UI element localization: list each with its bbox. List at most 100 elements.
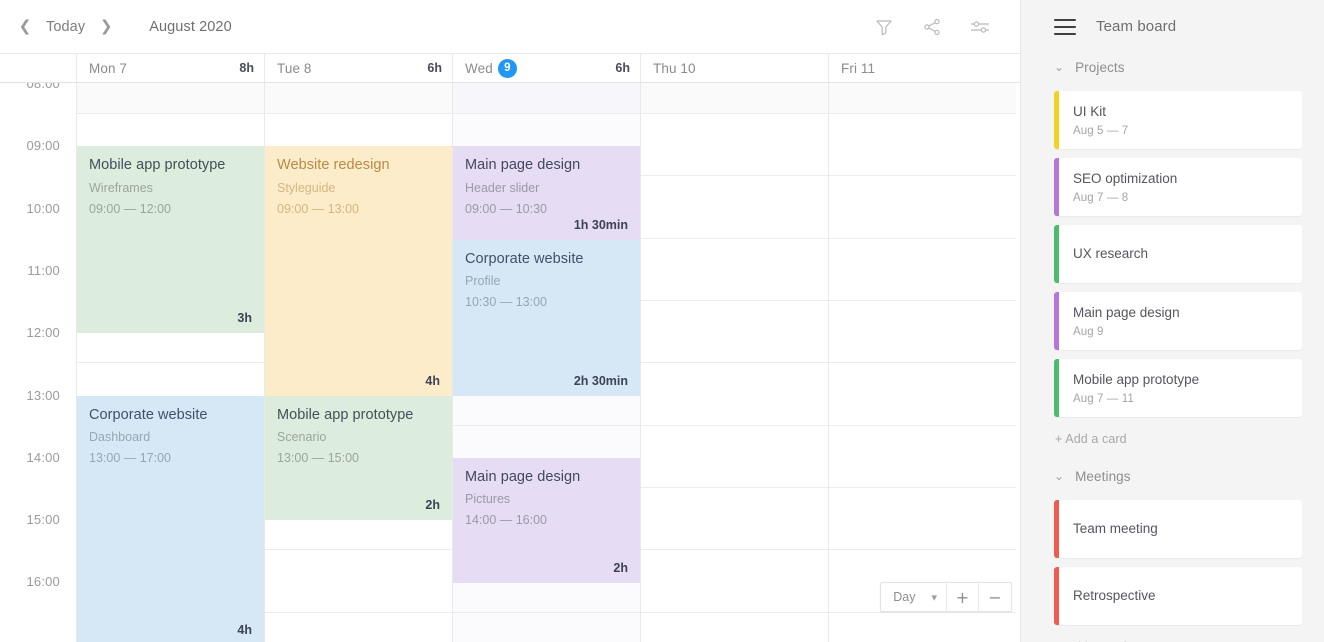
event-title: Mobile app prototype <box>277 406 414 423</box>
card-color-stripe <box>1054 567 1059 625</box>
sidebar-section-title: Projects <box>1075 59 1125 75</box>
sidebar-section-header[interactable]: ⌄ Meetings <box>1054 462 1302 490</box>
hour-label: 10:00 <box>26 200 60 216</box>
event-time-range: 13:00 — 17:00 <box>89 450 172 465</box>
day-header-row: Mon 7 8h Tue 8 6h Wed 9 6h Thu 10 Fri 11 <box>0 53 1020 83</box>
sidebar-header: Team board <box>1021 0 1324 53</box>
add-card-button[interactable]: + Add a card <box>1054 634 1302 642</box>
day-header-1[interactable]: Tue 8 6h <box>264 54 452 82</box>
hour-slot[interactable] <box>829 301 1016 364</box>
card-color-stripe <box>1054 500 1059 558</box>
hour-slot[interactable] <box>453 83 640 115</box>
event-time-range: 09:00 — 13:00 <box>277 201 360 216</box>
day-header-label: Fri 11 <box>841 60 876 76</box>
card-title: Main page design <box>1073 305 1180 321</box>
calendar-event[interactable]: Main page design Header slider 09:00 — 10:… <box>453 146 640 240</box>
board-card[interactable]: Retrospective <box>1054 567 1302 625</box>
event-subtitle: Profile <box>465 274 501 289</box>
hour-slot[interactable] <box>641 426 828 488</box>
hour-slot[interactable] <box>265 550 452 613</box>
calendar-event[interactable]: Mobile app prototype Wireframes 09:00 — 12… <box>77 146 264 334</box>
event-duration: 4h <box>425 373 440 388</box>
day-header-2[interactable]: Wed 9 6h <box>452 54 640 82</box>
calendar-toolbar: ❮ Today ❯ August 2020 <box>0 0 1020 53</box>
hour-slot[interactable] <box>641 239 828 302</box>
hour-slot[interactable] <box>641 176 828 239</box>
hour-label: 12:00 <box>26 325 60 341</box>
day-column-4[interactable] <box>828 83 1016 642</box>
filter-icon[interactable] <box>872 15 896 39</box>
hour-slot[interactable] <box>641 83 828 115</box>
day-header-3[interactable]: Thu 10 <box>640 54 828 82</box>
day-header-0[interactable]: Mon 7 8h <box>76 54 264 82</box>
app-root: ❮ Today ❯ August 2020 Mon 7 8h Tue 8 6h … <box>0 0 1324 642</box>
board-card[interactable]: UI Kit Aug 5 — 7 <box>1054 91 1302 149</box>
hour-slot[interactable] <box>641 114 828 177</box>
event-duration: 2h 30min <box>573 373 628 388</box>
day-column-1[interactable]: Website redesign Styleguide 09:00 — 13:00 4… <box>264 83 452 642</box>
calendar-event[interactable]: Main page design Pictures 14:00 — 16:00 2h <box>453 457 640 583</box>
calendar-event[interactable]: Corporate website Profile 10:30 — 13:00 2h … <box>453 239 640 396</box>
card-title: UX research <box>1073 246 1149 262</box>
hour-slot[interactable] <box>829 488 1016 551</box>
zoom-in-button[interactable]: + <box>947 583 979 611</box>
day-total-hours: 6h <box>427 61 442 75</box>
today-button[interactable]: Today <box>44 19 87 35</box>
hour-label: 09:00 <box>26 138 60 154</box>
board-card[interactable]: SEO optimization Aug 7 — 8 <box>1054 158 1302 216</box>
hour-slot[interactable] <box>829 239 1016 302</box>
hour-slot[interactable] <box>829 176 1016 239</box>
hour-label: 13:00 <box>26 387 60 403</box>
day-column-3[interactable] <box>640 83 828 642</box>
hour-slot[interactable] <box>641 613 828 642</box>
board-card[interactable]: Main page design Aug 9 <box>1054 292 1302 350</box>
add-card-button[interactable]: + Add a card <box>1054 426 1302 446</box>
board-card[interactable]: Team meeting <box>1054 500 1302 558</box>
hour-slot[interactable] <box>77 83 264 115</box>
calendar-event[interactable]: Website redesign Styleguide 09:00 — 13:00 4… <box>265 146 452 396</box>
day-header-label: Mon 7 <box>89 60 128 76</box>
sliders-icon[interactable] <box>968 15 992 39</box>
share-icon[interactable] <box>920 15 944 39</box>
hour-slot[interactable] <box>265 613 452 642</box>
hour-slot[interactable] <box>641 550 828 613</box>
chevron-right-icon[interactable]: ❯ <box>95 16 117 38</box>
chevron-left-icon[interactable]: ❮ <box>14 16 36 38</box>
hour-slot[interactable] <box>453 613 640 642</box>
event-title: Corporate website <box>89 406 208 423</box>
card-date-range: Aug 7 — 11 <box>1073 392 1134 405</box>
hour-slot[interactable] <box>265 83 452 115</box>
hour-slot[interactable] <box>641 363 828 426</box>
day-column-2[interactable]: Main page design Header slider 09:00 — 10:… <box>452 83 640 642</box>
event-title: Main page design <box>465 468 581 485</box>
event-duration: 2h <box>613 560 628 575</box>
chevron-down-icon: ⌄ <box>1054 60 1065 74</box>
hour-slot[interactable] <box>829 83 1016 115</box>
sidebar-section-header[interactable]: ⌄ Projects <box>1054 53 1302 81</box>
zoom-out-button[interactable]: − <box>979 583 1011 611</box>
hour-slot[interactable] <box>829 426 1016 488</box>
hour-slot[interactable] <box>829 613 1016 642</box>
hour-slot[interactable] <box>641 301 828 364</box>
event-subtitle: Scenario <box>277 429 327 444</box>
day-column-0[interactable]: Mobile app prototype Wireframes 09:00 — 12… <box>76 83 264 642</box>
hour-slot[interactable] <box>829 363 1016 426</box>
day-columns: Mobile app prototype Wireframes 09:00 — 12… <box>76 83 1020 642</box>
hour-slot[interactable] <box>641 488 828 551</box>
hamburger-menu-icon[interactable] <box>1054 18 1076 35</box>
day-header-label: Thu 10 <box>653 60 696 76</box>
view-scale-select[interactable]: Day ▾ <box>881 583 947 611</box>
hour-slot[interactable] <box>829 114 1016 177</box>
event-time-range: 09:00 — 10:30 <box>465 201 548 216</box>
event-subtitle: Header slider <box>465 180 540 195</box>
hour-label: 15:00 <box>26 512 60 528</box>
calendar-event[interactable]: Mobile app prototype Scenario 13:00 — 15:0… <box>265 395 452 521</box>
calendar-event[interactable]: Corporate website Dashboard 13:00 — 17:00 4… <box>77 395 264 642</box>
board-card[interactable]: UX research <box>1054 225 1302 283</box>
event-title: Main page design <box>465 157 581 174</box>
day-header-label: Wed <box>465 60 493 76</box>
board-card[interactable]: Mobile app prototype Aug 7 — 11 <box>1054 359 1302 417</box>
card-color-stripe <box>1054 359 1059 417</box>
card-color-stripe <box>1054 158 1059 216</box>
day-header-4[interactable]: Fri 11 <box>828 54 1016 82</box>
